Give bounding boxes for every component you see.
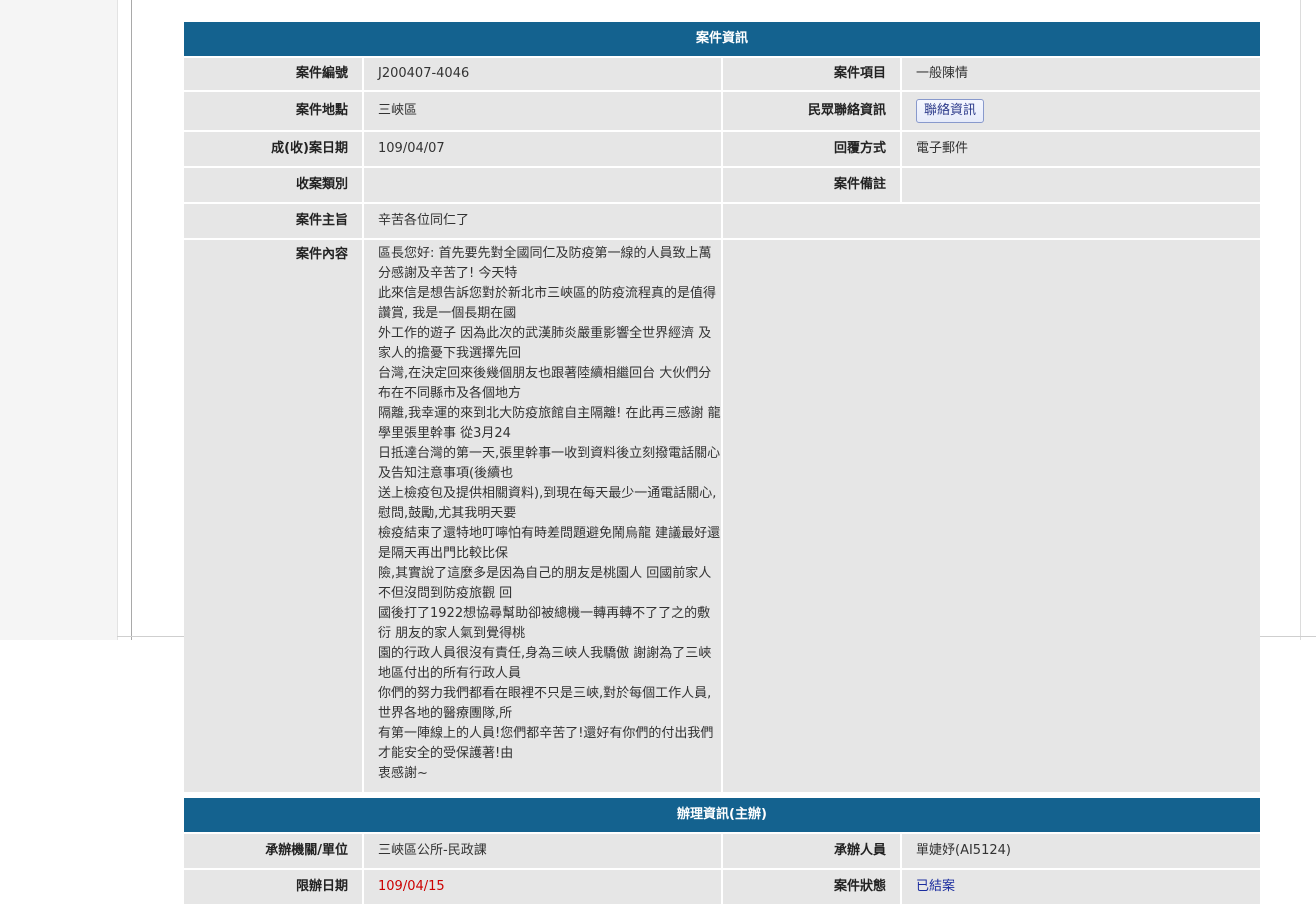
subject-label: 案件主旨: [295, 213, 348, 228]
table-row: 限辦日期 109/04/15 案件狀態 已結案: [184, 868, 1260, 904]
contact-cell: 聯絡資訊: [900, 92, 1260, 130]
category-value: [362, 168, 721, 202]
table-row: 案件地點 三峽區 民眾聯絡資訊 聯絡資訊: [184, 90, 1260, 130]
deadline-value: 109/04/15: [362, 870, 721, 904]
divider: [131, 0, 132, 640]
category-label: 收案類別: [295, 177, 348, 192]
case-no-label: 案件編號: [295, 66, 348, 81]
subject-value: 辛苦各位同仁了: [362, 204, 721, 238]
contact-info-button[interactable]: 聯絡資訊: [916, 98, 985, 123]
status-label: 案件狀態: [721, 870, 900, 904]
date-label: 成(收)案日期: [271, 141, 348, 156]
table-row: 案件編號 J200407-4046 案件項目 一般陳情: [184, 56, 1260, 90]
table-row: 成(收)案日期 109/04/07 回覆方式 電子郵件: [184, 130, 1260, 166]
table-row: 收案類別 案件備註: [184, 166, 1260, 202]
table-row: 案件內容 區長您好: 首先要先對全國同仁及防疫第一線的人員致上萬分感謝及辛苦了!…: [184, 238, 1260, 792]
officer-value: 單婕妤(AI5124): [900, 834, 1260, 868]
subject-blank: [721, 204, 1260, 238]
reply-label: 回覆方式: [721, 132, 900, 166]
contact-label: 民眾聯絡資訊: [721, 92, 900, 130]
table-row: 承辦機關/單位 三峽區公所-民政課 承辦人員 單婕妤(AI5124): [184, 832, 1260, 868]
table-row: 案件主旨 辛苦各位同仁了: [184, 202, 1260, 238]
agency-label: 承辦機關/單位: [265, 843, 348, 858]
agency-value: 三峽區公所-民政課: [362, 834, 721, 868]
section-title-case-info: 案件資訊: [184, 22, 1260, 56]
section-title-handling-info: 辦理資訊(主辦): [184, 798, 1260, 832]
divider: [1300, 0, 1301, 640]
content-blank: [721, 240, 1260, 792]
case-item-label: 案件項目: [721, 58, 900, 90]
case-item-value: 一般陳情: [900, 58, 1260, 90]
deadline-label: 限辦日期: [295, 879, 348, 894]
location-label: 案件地點: [295, 103, 348, 118]
reply-value: 電子郵件: [900, 132, 1260, 166]
date-value: 109/04/07: [362, 132, 721, 166]
location-value: 三峽區: [362, 92, 721, 130]
case-detail-sheet: 案件資訊 案件編號 J200407-4046 案件項目 一般陳情 案件地點 三峽…: [184, 22, 1260, 904]
note-value: [900, 168, 1260, 202]
note-label: 案件備註: [721, 168, 900, 202]
case-no-value: J200407-4046: [362, 58, 721, 90]
status-value: 已結案: [900, 870, 1260, 904]
content-value: 區長您好: 首先要先對全國同仁及防疫第一線的人員致上萬分感謝及辛苦了! 今天特 …: [362, 240, 721, 792]
content-label: 案件內容: [295, 247, 348, 262]
left-panel: [0, 0, 118, 640]
officer-label: 承辦人員: [721, 834, 900, 868]
